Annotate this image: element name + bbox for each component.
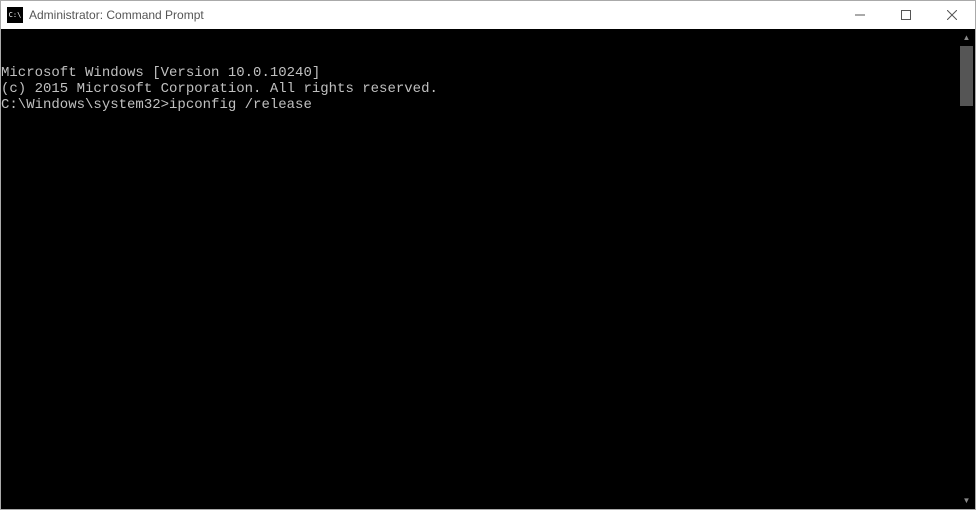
command-input[interactable]: ipconfig /release [169, 97, 312, 113]
minimize-icon [855, 10, 865, 20]
terminal-content[interactable]: Microsoft Windows [Version 10.0.10240](c… [1, 29, 958, 509]
minimize-button[interactable] [837, 1, 883, 29]
window-title: Administrator: Command Prompt [29, 8, 204, 22]
command-prompt-window: Administrator: Command Prompt Microsoft … [0, 0, 976, 510]
window-controls [837, 1, 975, 29]
maximize-icon [901, 10, 911, 20]
scroll-thumb[interactable] [960, 46, 973, 106]
close-button[interactable] [929, 1, 975, 29]
terminal-area[interactable]: Microsoft Windows [Version 10.0.10240](c… [1, 29, 975, 509]
titlebar[interactable]: Administrator: Command Prompt [1, 1, 975, 29]
scroll-down-arrow[interactable]: ▼ [958, 492, 975, 509]
vertical-scrollbar[interactable]: ▲ ▼ [958, 29, 975, 509]
prompt: C:\Windows\system32> [1, 97, 169, 113]
close-icon [947, 10, 957, 20]
cmd-icon [7, 7, 23, 23]
terminal-line: Microsoft Windows [Version 10.0.10240] [1, 65, 958, 81]
terminal-line: (c) 2015 Microsoft Corporation. All righ… [1, 81, 958, 97]
terminal-prompt-line: C:\Windows\system32>ipconfig /release [1, 97, 958, 113]
scroll-up-arrow[interactable]: ▲ [958, 29, 975, 46]
maximize-button[interactable] [883, 1, 929, 29]
